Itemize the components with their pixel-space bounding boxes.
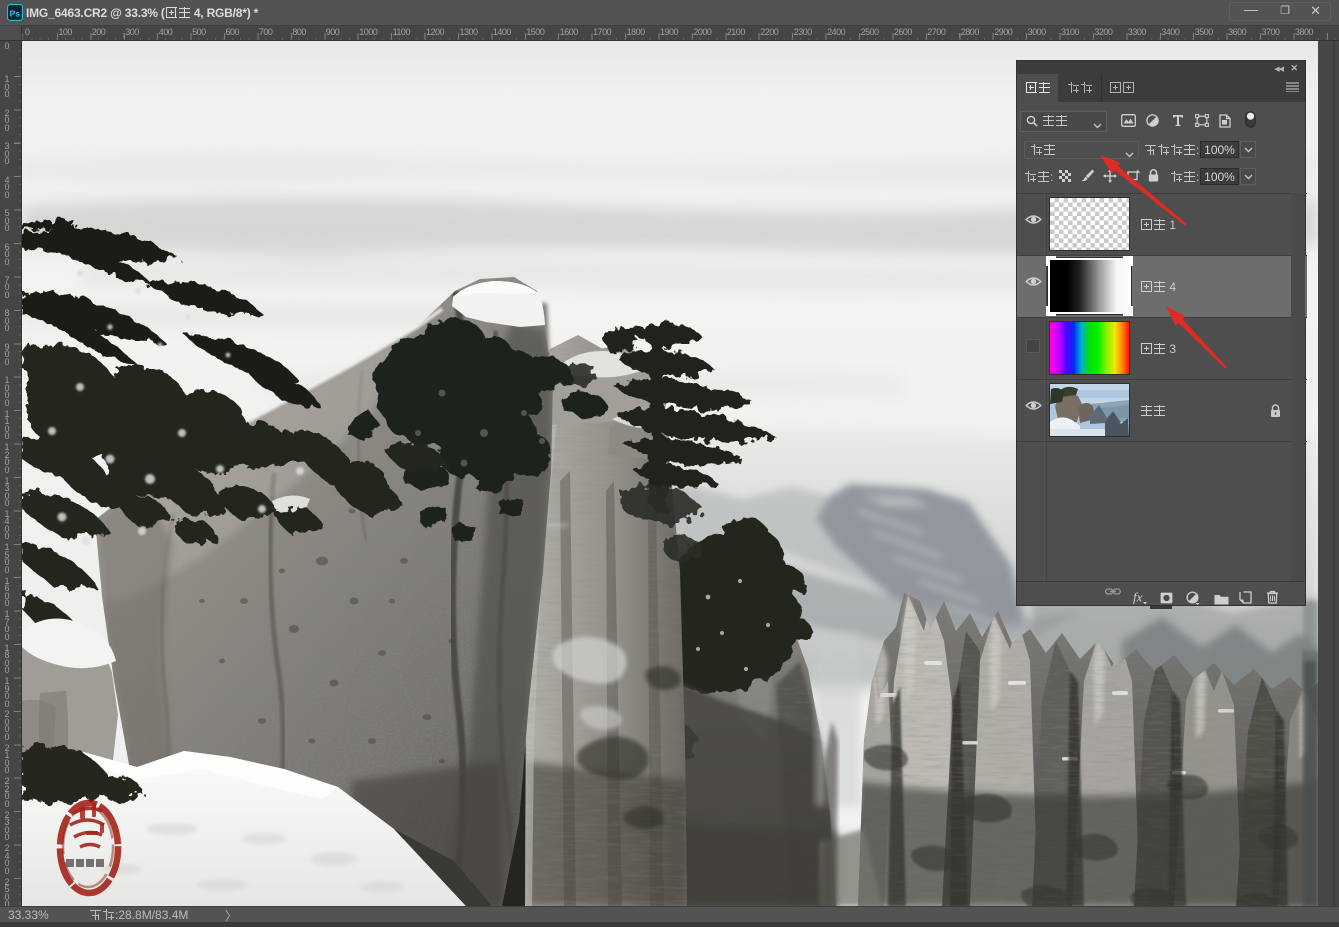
svg-text:fx: fx: [1133, 590, 1143, 604]
svg-text:Ps: Ps: [10, 9, 21, 19]
